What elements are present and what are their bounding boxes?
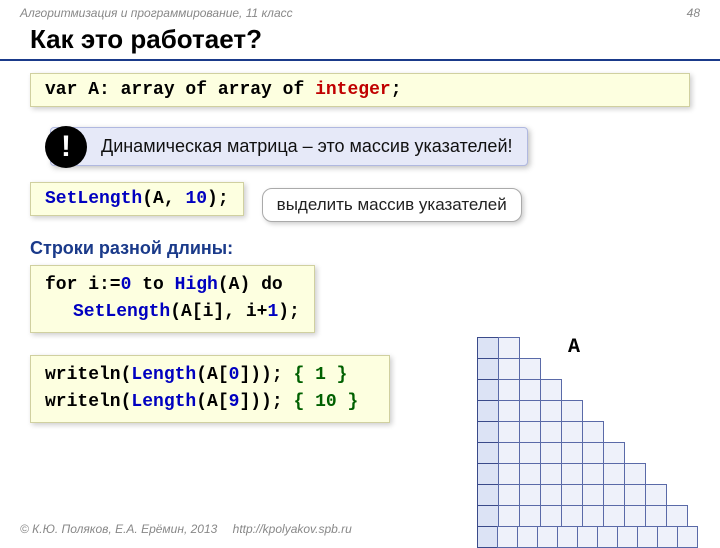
header: Алгоритмизация и программирование, 11 кл… [0, 0, 720, 22]
copyright: © К.Ю. Поляков, Е.А. Ерёмин, 2013 [20, 522, 217, 536]
matrix-row [478, 527, 698, 548]
kw-integer: integer [304, 80, 390, 100]
matrix-cell [519, 400, 541, 422]
matrix-row [478, 401, 698, 422]
matrix-cell [603, 442, 625, 464]
matrix-row [478, 380, 698, 401]
callout-text: Динамическая матрица – это массив указат… [101, 136, 513, 156]
matrix-cell [582, 463, 604, 485]
matrix-cell [540, 400, 562, 422]
matrix-cell [519, 484, 541, 506]
matrix-cell [603, 484, 625, 506]
matrix-row [478, 506, 698, 527]
matrix-cell [540, 442, 562, 464]
matrix-cell [517, 526, 538, 548]
matrix-pointer-cell [477, 442, 499, 464]
matrix-cell [645, 484, 667, 506]
matrix-cell [557, 526, 578, 548]
matrix-cell [498, 484, 520, 506]
matrix-cell [498, 505, 520, 527]
matrix-cell [498, 421, 520, 443]
matrix-cell [498, 379, 520, 401]
matrix-diagram: A [458, 338, 698, 548]
matrix-cell [561, 400, 583, 422]
matrix-row [478, 338, 698, 359]
matrix-cell [561, 505, 583, 527]
matrix-cell [582, 484, 604, 506]
matrix-cell [498, 358, 520, 380]
matrix-cell [498, 463, 520, 485]
matrix-cell [637, 526, 658, 548]
matrix-cell [497, 526, 518, 548]
matrix-pointer-cell [477, 484, 499, 506]
matrix-pointer-cell [477, 505, 499, 527]
matrix-cell [498, 400, 520, 422]
matrix-cell [677, 526, 698, 548]
kw-var: var [45, 80, 77, 100]
matrix-cell [561, 442, 583, 464]
matrix-cell [519, 379, 541, 401]
matrix-cell [645, 505, 667, 527]
matrix-pointer-cell [477, 400, 499, 422]
code-for-loop: for i:=0 to High(A) do SetLength(A[i], i… [30, 265, 315, 333]
footer-link[interactable]: http://kpolyakov.spb.ru [233, 522, 352, 536]
matrix-cell [498, 442, 520, 464]
matrix-cell [540, 379, 562, 401]
matrix-pointer-cell [477, 379, 499, 401]
page-title: Как это работает? [0, 22, 720, 61]
matrix-cell [561, 463, 583, 485]
matrix-cell [603, 463, 625, 485]
matrix-pointer-cell [477, 526, 498, 548]
matrix-cell [666, 505, 688, 527]
matrix-cell [519, 421, 541, 443]
matrix-label: A [568, 336, 580, 359]
matrix-cell [624, 484, 646, 506]
matrix-cell [561, 484, 583, 506]
matrix-cell [561, 421, 583, 443]
matrix-row [478, 464, 698, 485]
matrix-cell [540, 421, 562, 443]
matrix-cell [540, 463, 562, 485]
matrix-cell [577, 526, 598, 548]
subheading: Строки разной длины: [30, 238, 690, 259]
matrix-cell [582, 421, 604, 443]
info-callout: ! Динамическая матрица – это массив указ… [50, 127, 528, 166]
matrix-pointer-cell [477, 358, 499, 380]
matrix-pointer-cell [477, 421, 499, 443]
matrix-cell [603, 505, 625, 527]
speech-bubble: выделить массив указателей [262, 188, 522, 222]
matrix-cell [582, 442, 604, 464]
matrix-row [478, 485, 698, 506]
matrix-cell [617, 526, 638, 548]
matrix-cell [540, 505, 562, 527]
code-setlength: SetLength(A, 10); [30, 182, 244, 216]
code-declaration: var A: array of array of integer; [30, 73, 690, 107]
matrix-cell [537, 526, 558, 548]
matrix-cell [498, 337, 520, 359]
matrix-cell [540, 484, 562, 506]
matrix-row [478, 443, 698, 464]
matrix-cell [519, 442, 541, 464]
exclaim-icon: ! [45, 126, 87, 168]
matrix-cell [582, 505, 604, 527]
matrix-cell [519, 463, 541, 485]
matrix-cell [597, 526, 618, 548]
matrix-cell [519, 358, 541, 380]
matrix-cell [624, 463, 646, 485]
matrix-cell [624, 505, 646, 527]
footer: © К.Ю. Поляков, Е.А. Ерёмин, 2013 http:/… [20, 522, 352, 536]
matrix-pointer-cell [477, 337, 499, 359]
matrix-cell [519, 505, 541, 527]
matrix-row [478, 422, 698, 443]
matrix-row [478, 359, 698, 380]
page-number: 48 [687, 6, 700, 20]
code-writeln: writeln(Length(A[0])); { 1 } writeln(Len… [30, 355, 390, 423]
matrix-cell [657, 526, 678, 548]
matrix-pointer-cell [477, 463, 499, 485]
course-topic: Алгоритмизация и программирование, 11 кл… [20, 6, 293, 20]
